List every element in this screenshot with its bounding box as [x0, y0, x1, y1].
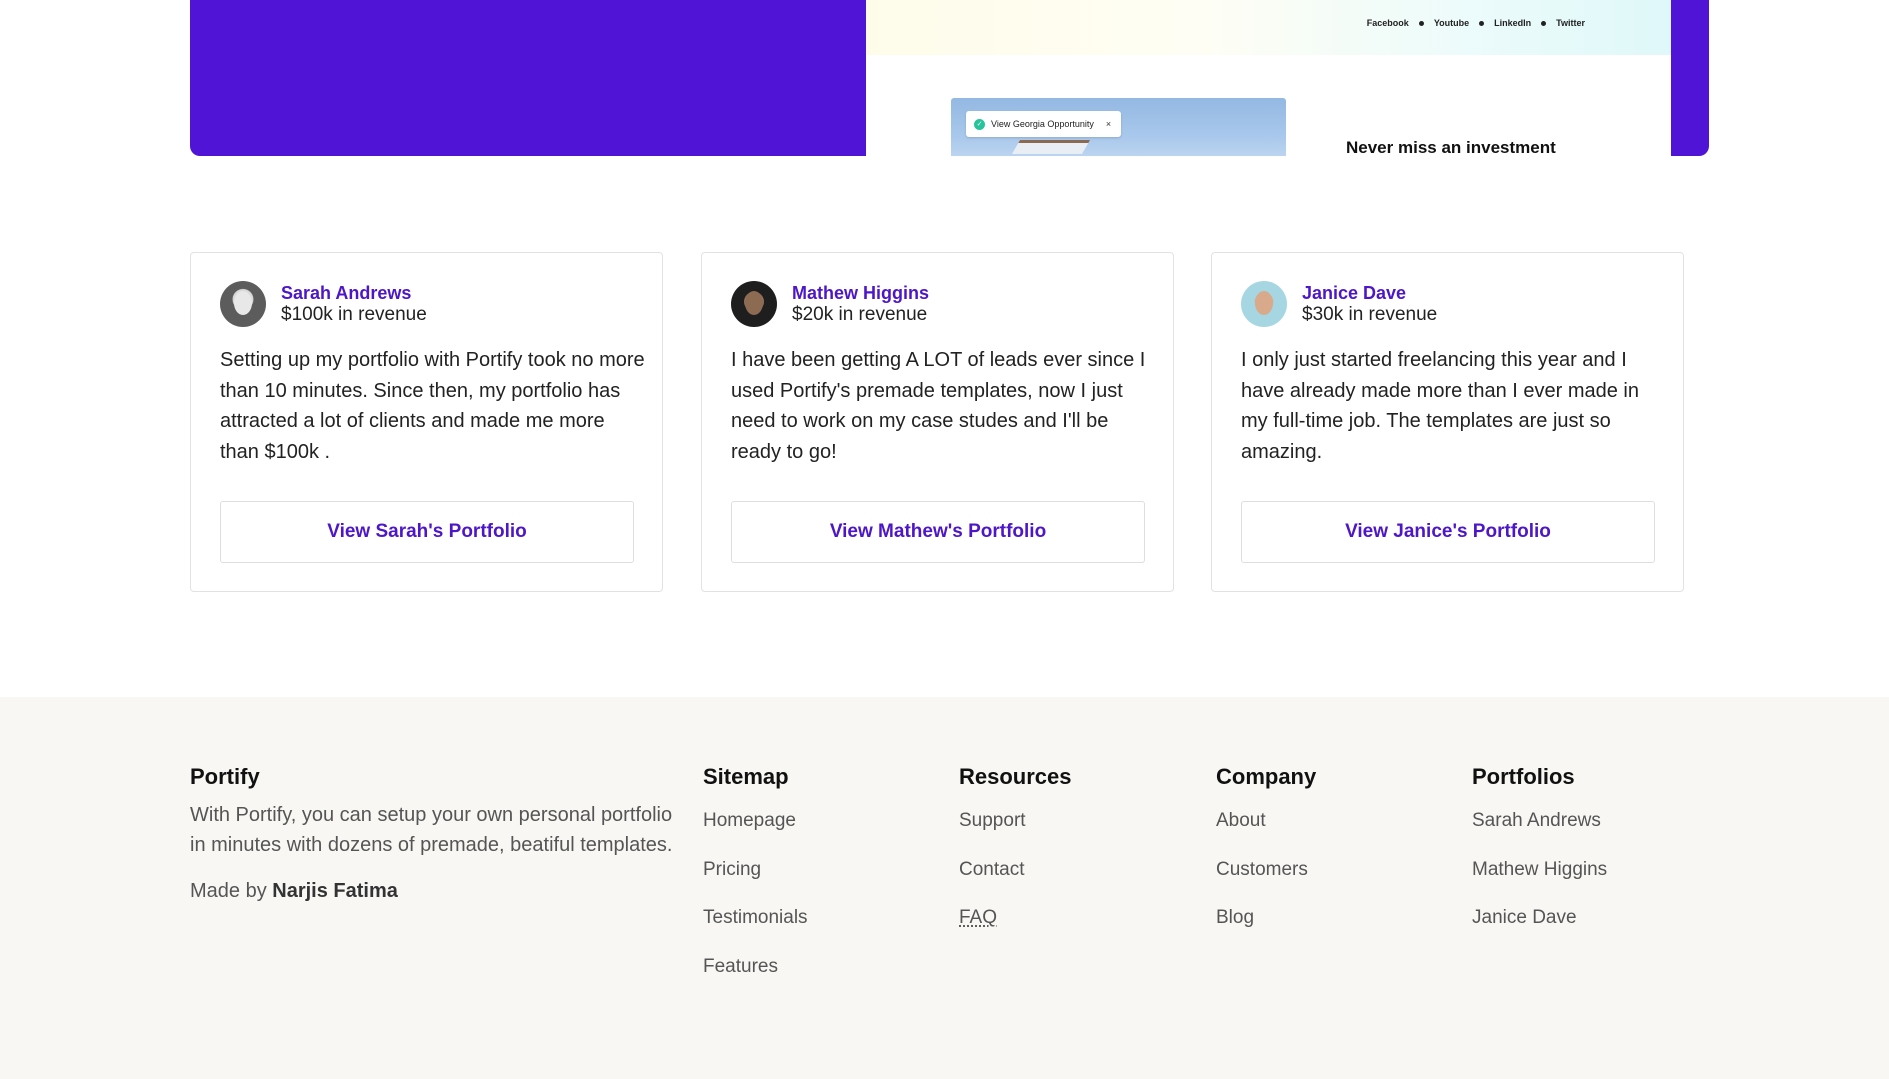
author-name: Mathew Higgins [792, 283, 930, 303]
check-icon: ✓ [974, 118, 985, 130]
separator-dot [1479, 20, 1485, 26]
footer-column-title: Company [1216, 764, 1317, 789]
testimonial-quote: I have been getting A LOT of leads ever … [731, 349, 1146, 463]
avatar-face [234, 291, 252, 315]
testimonial-card: Mathew Higgins $20k in revenue I have be… [701, 252, 1174, 592]
footer-links: Support Contact FAQ [959, 809, 1072, 955]
avatar [1241, 281, 1287, 327]
testimonial-card: Janice Dave $30k in revenue I only just … [1211, 252, 1684, 592]
footer-link-customers[interactable]: Customers [1216, 858, 1316, 907]
opportunity-chip-label: View Georgia Opportunity [991, 119, 1094, 129]
made-by: Made by Narjis Fatima [190, 880, 690, 903]
author-info: Sarah Andrews $100k in revenue [281, 282, 427, 326]
avatar [731, 281, 777, 327]
footer-link-about[interactable]: About [1216, 809, 1316, 858]
footer-link-features[interactable]: Features [703, 955, 808, 1004]
author-credit: Narjis Fatima [272, 880, 398, 902]
author-info: Mathew Higgins $20k in revenue [792, 282, 929, 326]
author-name: Sarah Andrews [281, 283, 412, 303]
facebook-link[interactable]: Facebook [1367, 18, 1409, 28]
footer-link-contact[interactable]: Contact [959, 858, 1072, 907]
opportunity-chip[interactable]: ✓ View Georgia Opportunity × [966, 111, 1122, 137]
footer-brand-title: Portify [190, 764, 260, 789]
footer-column-company: Company About Customers Blog [1216, 763, 1316, 955]
testimonial-quote: Setting up my portfolio with Portify too… [220, 349, 645, 463]
avatar-face [1255, 291, 1273, 315]
view-portfolio-button[interactable]: View Mathew's Portfolio [731, 501, 1145, 563]
footer-link-sarah-andrews[interactable]: Sarah Andrews [1472, 809, 1607, 858]
footer-brand: Portify With Portify, you can setup your… [190, 763, 690, 903]
footer-link-support[interactable]: Support [959, 809, 1072, 858]
made-by-prefix: Made by [190, 880, 273, 902]
youtube-link[interactable]: Youtube [1434, 18, 1469, 28]
footer-links: About Customers Blog [1216, 809, 1316, 955]
twitter-link[interactable]: Twitter [1556, 18, 1585, 28]
separator-dot [1418, 20, 1424, 26]
author-revenue: $30k in revenue [1302, 304, 1438, 325]
author-name: Janice Dave [1302, 283, 1407, 303]
card-author: Mathew Higgins $20k in revenue [731, 281, 929, 327]
footer-link-pricing[interactable]: Pricing [703, 858, 808, 907]
footer-column-title: Resources [959, 764, 1072, 789]
view-portfolio-button[interactable]: View Sarah's Portfolio [220, 501, 634, 563]
footer-column-sitemap: Sitemap Homepage Pricing Testimonials Fe… [703, 763, 808, 1003]
footer-links: Sarah Andrews Mathew Higgins Janice Dave [1472, 809, 1607, 955]
separator-dot [1541, 20, 1547, 26]
author-revenue: $100k in revenue [281, 304, 427, 325]
house-roof [1011, 140, 1091, 154]
card-author: Sarah Andrews $100k in revenue [220, 281, 427, 327]
footer-link-faq[interactable]: FAQ [959, 906, 1072, 955]
testimonials-section: Sarah Andrews $100k in revenue Setting u… [190, 252, 1684, 592]
author-revenue: $20k in revenue [792, 304, 928, 325]
card-author: Janice Dave $30k in revenue [1241, 281, 1437, 327]
footer-link-blog[interactable]: Blog [1216, 906, 1316, 955]
linkedin-link[interactable]: LinkedIn [1494, 18, 1531, 28]
testimonial-quote: I only just started freelancing this yea… [1241, 349, 1639, 463]
social-links: Facebook Youtube LinkedIn Twitter [1367, 18, 1585, 28]
footer-link-testimonials[interactable]: Testimonials [703, 906, 808, 955]
footer-link-janice-dave[interactable]: Janice Dave [1472, 906, 1607, 955]
footer-description: With Portify, you can setup your own per… [190, 804, 673, 856]
testimonial-card: Sarah Andrews $100k in revenue Setting u… [190, 252, 663, 592]
footer-links: Homepage Pricing Testimonials Features [703, 809, 808, 1003]
footer-column-title: Portfolios [1472, 764, 1575, 789]
author-info: Janice Dave $30k in revenue [1302, 282, 1437, 326]
preview-headline: Never miss an investment [1346, 138, 1556, 156]
footer-column-title: Sitemap [703, 764, 789, 789]
avatar-face [745, 291, 763, 315]
footer-link-mathew-higgins[interactable]: Mathew Higgins [1472, 858, 1607, 907]
avatar [220, 281, 266, 327]
footer-column-portfolios: Portfolios Sarah Andrews Mathew Higgins … [1472, 763, 1607, 955]
footer-column-resources: Resources Support Contact FAQ [959, 763, 1072, 955]
site-footer: Portify With Portify, you can setup your… [0, 697, 1889, 1079]
footer-link-homepage[interactable]: Homepage [703, 809, 808, 858]
close-icon[interactable]: × [1106, 119, 1111, 129]
hero-banner: Facebook Youtube LinkedIn Twitter ✓ View… [190, 0, 1709, 156]
hero-preview: Facebook Youtube LinkedIn Twitter ✓ View… [866, 0, 1671, 156]
view-portfolio-button[interactable]: View Janice's Portfolio [1241, 501, 1655, 563]
